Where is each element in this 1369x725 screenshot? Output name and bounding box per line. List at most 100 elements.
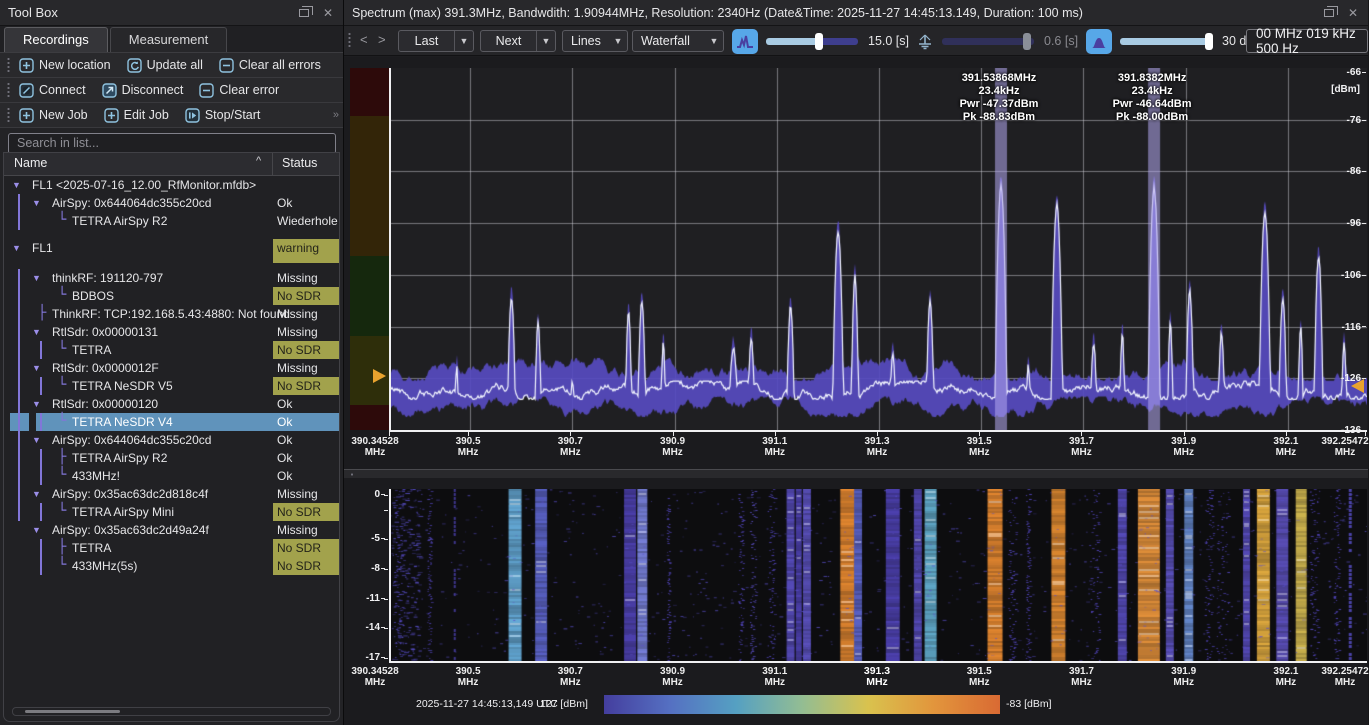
expander-arrow-icon[interactable]: ▼ bbox=[12, 176, 21, 194]
expander-arrow-icon[interactable]: ▼ bbox=[32, 323, 41, 341]
slider-thumb[interactable] bbox=[1205, 33, 1213, 50]
spectrum-view-button[interactable] bbox=[732, 29, 758, 54]
tree-row[interactable]: ▼RtlSdr: 0x0000012FMissing bbox=[4, 359, 339, 377]
marker-right-icon[interactable] bbox=[1351, 379, 1364, 393]
tree-item-label[interactable]: RtlSdr: 0x00000131 bbox=[52, 323, 158, 341]
toolbar-drag-handle[interactable] bbox=[6, 107, 11, 124]
tree-row[interactable]: ▼AirSpy: 0x35ac63dc2d49a24fMissing bbox=[4, 521, 339, 539]
tree-row[interactable]: └433MHz(5s)No SDR bbox=[4, 557, 339, 575]
next-dropdown[interactable]: Next▼ bbox=[480, 30, 556, 52]
tree-row[interactable]: ▼RtlSdr: 0x00000120Ok bbox=[4, 395, 339, 413]
tree-item-label[interactable]: BDBOS bbox=[72, 287, 114, 305]
tree-row[interactable]: ▼thinkRF: 191120-797Missing bbox=[4, 269, 339, 287]
tree-row[interactable]: ▼ FL1 <2025-07-16_12.00_RfMonitor.mfdb> bbox=[4, 176, 339, 194]
tree-item-label[interactable]: TETRA AirSpy R2 bbox=[72, 212, 167, 230]
tree-item-label[interactable]: AirSpy: 0x644064dc355c20cd bbox=[52, 194, 211, 212]
tree-item-label[interactable]: FL1 <2025-07-16_12.00_RfMonitor.mfdb> bbox=[32, 176, 256, 194]
tree-row[interactable]: └TETRA AirSpy MiniNo SDR bbox=[4, 503, 339, 521]
new-location-button[interactable]: New location bbox=[19, 58, 111, 73]
tree-item-label[interactable]: 433MHz(5s) bbox=[72, 557, 137, 575]
tree-row[interactable]: ▼RtlSdr: 0x00000131Missing bbox=[4, 323, 339, 341]
close-icon[interactable]: ✕ bbox=[1346, 6, 1360, 20]
tree-item-label[interactable]: TETRA NeSDR V4 bbox=[72, 413, 173, 431]
float-window-icon[interactable] bbox=[1322, 6, 1336, 20]
tree-row[interactable]: └433MHz!Ok bbox=[4, 467, 339, 485]
tree-row[interactable]: ├TETRANo SDR bbox=[4, 539, 339, 557]
toolbar-row-3: New Job Edit Job Stop/Start » bbox=[0, 103, 343, 128]
tree-row[interactable]: └TETRA AirSpy R2Wiederhole bbox=[4, 212, 339, 230]
tree-item-label[interactable]: 433MHz! bbox=[72, 467, 120, 485]
history-dropdown[interactable]: Last▼ bbox=[398, 30, 474, 52]
expander-arrow-icon[interactable]: ▼ bbox=[32, 194, 41, 212]
tree-row[interactable]: └TETRANo SDR bbox=[4, 341, 339, 359]
toolbar-drag-handle[interactable] bbox=[6, 82, 11, 99]
slider-thumb[interactable] bbox=[815, 33, 823, 50]
update-all-button[interactable]: Update all bbox=[127, 58, 203, 73]
tree-item-label[interactable]: TETRA bbox=[72, 539, 111, 557]
view-mode-dropdown[interactable]: Waterfall▼ bbox=[632, 30, 724, 52]
tree-item-label[interactable]: RtlSdr: 0x0000012F bbox=[52, 359, 159, 377]
display-mode-dropdown[interactable]: Lines▼ bbox=[562, 30, 628, 52]
tree-row[interactable]: ▼AirSpy: 0x35ac63dc2d818c4fMissing bbox=[4, 485, 339, 503]
range-slider[interactable] bbox=[1120, 38, 1212, 45]
new-job-button[interactable]: New Job bbox=[19, 108, 88, 123]
waterfall-chart[interactable] bbox=[389, 489, 1367, 663]
expander-arrow-icon[interactable]: ▼ bbox=[32, 359, 41, 377]
tree-row[interactable]: └BDBOSNo SDR bbox=[4, 287, 339, 305]
close-icon[interactable]: ✕ bbox=[321, 6, 335, 20]
float-window-icon[interactable] bbox=[297, 6, 311, 20]
toolbar-overflow-chevron[interactable]: » bbox=[333, 109, 339, 121]
frequency-display[interactable]: 00 MHz 019 kHz 500 Hz bbox=[1246, 29, 1368, 53]
search-input[interactable]: Search in list... bbox=[8, 133, 336, 154]
toolbar-drag-handle[interactable] bbox=[6, 57, 11, 74]
horizontal-scrollbar[interactable] bbox=[12, 707, 331, 716]
splitter[interactable] bbox=[344, 469, 1368, 478]
expander-arrow-icon[interactable]: ▼ bbox=[32, 485, 41, 503]
tab-recordings[interactable]: Recordings bbox=[4, 27, 108, 52]
connect-button[interactable]: Connect bbox=[19, 83, 86, 98]
tree-item-label[interactable]: RtlSdr: 0x00000120 bbox=[52, 395, 158, 413]
time-span-slider[interactable] bbox=[766, 38, 858, 45]
toolbar-drag-handle[interactable] bbox=[347, 32, 352, 49]
tree-item-label[interactable]: TETRA bbox=[72, 341, 111, 359]
waterfall-view-button[interactable] bbox=[1086, 29, 1112, 54]
tree-row[interactable]: └TETRA NeSDR V4Ok bbox=[4, 413, 339, 431]
column-header-status[interactable]: Status bbox=[282, 156, 317, 170]
tree-item-label[interactable]: thinkRF: 191120-797 bbox=[52, 269, 163, 287]
tree-item-label[interactable]: TETRA AirSpy R2 bbox=[72, 449, 167, 467]
expander-arrow-icon[interactable]: ▼ bbox=[32, 521, 41, 539]
scrollbar-thumb[interactable] bbox=[25, 710, 120, 713]
tree-item-label[interactable]: ThinkRF: TCP:192.168.5.43:4880: Not foun… bbox=[52, 305, 290, 323]
column-header-name[interactable]: Name bbox=[14, 156, 47, 170]
tree-row[interactable]: └TETRA NeSDR V5No SDR bbox=[4, 377, 339, 395]
sort-indicator-icon[interactable]: ^ bbox=[256, 155, 261, 167]
expander-arrow-icon[interactable]: ▼ bbox=[12, 239, 21, 257]
expander-arrow-icon[interactable]: ▼ bbox=[32, 395, 41, 413]
tree-item-label[interactable]: FL1 bbox=[32, 239, 53, 257]
expander-arrow-icon[interactable]: ▼ bbox=[32, 431, 41, 449]
tab-measurement[interactable]: Measurement bbox=[110, 27, 227, 52]
clear-all-errors-button[interactable]: Clear all errors bbox=[219, 58, 321, 73]
tree-row[interactable]: ▼AirSpy: 0x644064dc355c20cdOk bbox=[4, 431, 339, 449]
tree-row[interactable]: ▼AirSpy: 0x644064dc355c20cdOk bbox=[4, 194, 339, 212]
slider-thumb[interactable] bbox=[1023, 33, 1031, 50]
forward-arrow-button[interactable]: > bbox=[378, 32, 386, 47]
tree-item-label[interactable]: TETRA NeSDR V5 bbox=[72, 377, 173, 395]
tree-item-label[interactable]: AirSpy: 0x644064dc355c20cd bbox=[52, 431, 211, 449]
splitter-handle[interactable] bbox=[350, 472, 355, 477]
tree-row[interactable]: ▼FL1warning bbox=[4, 239, 339, 263]
tree-row[interactable]: ├ThinkRF: TCP:192.168.5.43:4880: Not fou… bbox=[4, 305, 339, 323]
back-arrow-button[interactable]: < bbox=[360, 32, 368, 47]
tree-row[interactable]: ├TETRA AirSpy R2Ok bbox=[4, 449, 339, 467]
stop-start-button[interactable]: Stop/Start bbox=[185, 108, 261, 123]
disconnect-button[interactable]: Disconnect bbox=[102, 83, 184, 98]
marker-left-icon[interactable] bbox=[373, 369, 386, 383]
expander-arrow-icon[interactable]: ▼ bbox=[32, 269, 41, 287]
clear-error-button[interactable]: Clear error bbox=[199, 83, 279, 98]
tree-item-label[interactable]: AirSpy: 0x35ac63dc2d49a24f bbox=[52, 521, 209, 539]
tree-item-label[interactable]: TETRA AirSpy Mini bbox=[72, 503, 174, 521]
edit-job-button[interactable]: Edit Job bbox=[104, 108, 169, 123]
tree-item-label[interactable]: AirSpy: 0x35ac63dc2d818c4f bbox=[52, 485, 208, 503]
waterfall-plot-area: 2025-11-27 14:45:13,149 UTC 127 [dBm] -8… bbox=[344, 478, 1368, 725]
persistence-slider[interactable] bbox=[942, 38, 1034, 45]
